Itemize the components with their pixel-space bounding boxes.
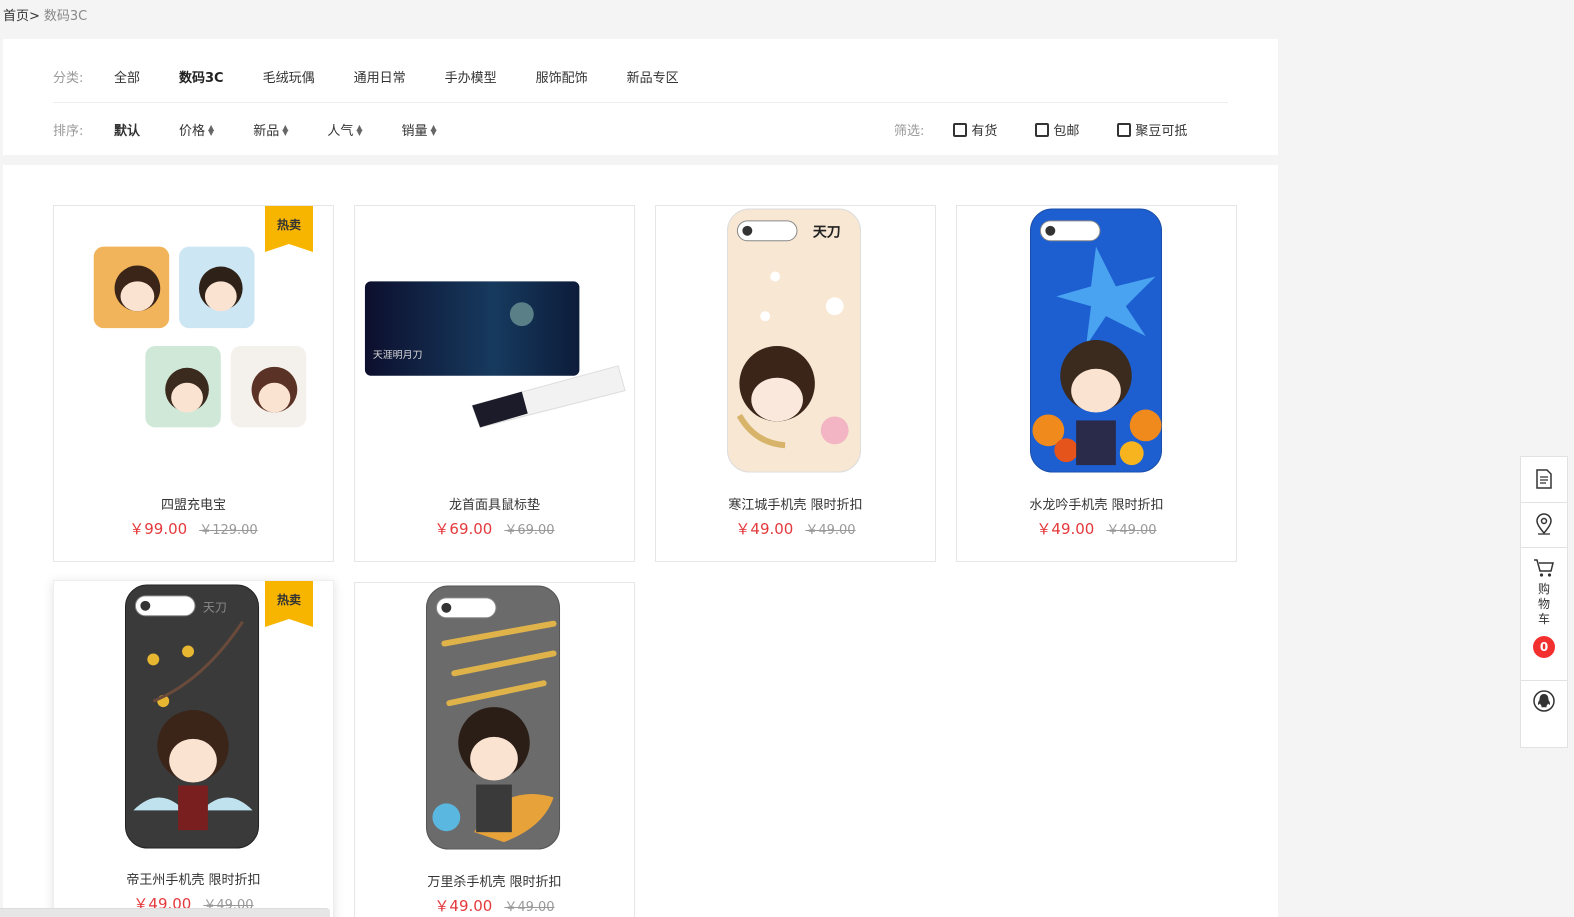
product-original-price: ￥49.00 xyxy=(1106,523,1157,538)
svg-text:天涯明月刀: 天涯明月刀 xyxy=(373,348,423,361)
sidebar-separator xyxy=(1521,502,1567,503)
product-name[interactable]: 龙首面具鼠标垫 xyxy=(355,494,634,513)
cart-label-char: 购 xyxy=(1537,582,1550,596)
cart-label-char: 车 xyxy=(1537,612,1550,626)
product-card-phone-case-grey[interactable]: 万里杀手机壳 限时折扣 ￥49.00 ￥49.00 xyxy=(354,582,635,917)
product-name[interactable]: 水龙吟手机壳 限时折扣 xyxy=(957,494,1236,513)
breadcrumb-home-link[interactable]: 首页> xyxy=(3,9,40,24)
sort-popularity[interactable]: 人气 ▲ ▼ xyxy=(327,120,362,139)
category-new[interactable]: 新品专区 xyxy=(627,67,679,86)
sidebar-separator xyxy=(1521,547,1567,548)
product-price: ￥69.00 xyxy=(434,520,493,538)
sort-price[interactable]: 价格 ▲ ▼ xyxy=(179,120,214,139)
product-name[interactable]: 寒江城手机壳 限时折扣 xyxy=(656,494,935,513)
free-shipping-checkbox[interactable]: 包邮 xyxy=(1035,120,1079,139)
product-card-phone-case-black[interactable]: 天刀 热卖 帝王州手机壳 限时折扣 ￥49.00 ￥49.00 xyxy=(53,580,334,917)
breadcrumb: 首页> 数码3C xyxy=(3,5,87,24)
cart-count-badge: 0 xyxy=(1533,636,1555,658)
cart-label-char: 物 xyxy=(1537,597,1550,611)
address-button[interactable] xyxy=(1521,513,1567,537)
mouse-pad-image: 天涯明月刀 xyxy=(364,281,626,428)
product-name[interactable]: 帝王州手机壳 限时折扣 xyxy=(54,869,333,888)
svg-text:天刀: 天刀 xyxy=(203,601,227,615)
product-original-price: ￥49.00 xyxy=(805,523,856,538)
in-stock-checkbox[interactable]: 有货 xyxy=(953,120,997,139)
product-prices: ￥99.00 ￥129.00 xyxy=(54,518,333,539)
cart-label: 购 物 车 xyxy=(1537,582,1551,627)
hot-badge-label: 热卖 xyxy=(276,218,301,232)
points-deductible-label: 聚豆可抵 xyxy=(1135,124,1188,139)
sidebar-separator xyxy=(1521,680,1567,681)
product-original-price: ￥49.00 xyxy=(504,900,555,915)
product-name[interactable]: 四盟充电宝 xyxy=(54,494,333,513)
category-plush[interactable]: 毛绒玩偶 xyxy=(263,67,315,86)
product-price: ￥99.00 xyxy=(129,520,188,538)
category-digital-3c[interactable]: 数码3C xyxy=(179,67,224,86)
points-deductible-checkbox[interactable]: 聚豆可抵 xyxy=(1117,120,1187,139)
screen-label: 筛选: xyxy=(894,124,925,139)
sort-updown-icon: ▲ ▼ xyxy=(208,122,215,137)
product-prices: ￥49.00 ￥49.00 xyxy=(355,895,634,916)
free-shipping-label: 包邮 xyxy=(1053,124,1080,139)
product-prices: ￥49.00 ￥49.00 xyxy=(656,518,935,539)
document-icon xyxy=(1536,469,1552,489)
sort-new[interactable]: 新品 ▲ ▼ xyxy=(253,120,288,139)
product-price: ￥49.00 xyxy=(735,520,794,538)
in-stock-label: 有货 xyxy=(971,124,998,139)
category-figures[interactable]: 手办模型 xyxy=(445,67,497,86)
product-price: ￥49.00 xyxy=(434,897,493,915)
product-card-mouse-pad[interactable]: 天涯明月刀 龙首面具鼠标垫 ￥69.00 ￥69.00 xyxy=(354,205,635,562)
filter-panel: 分类: 全部 数码3C 毛绒玩偶 通用日常 手办模型 服饰配饰 新品专区 排序:… xyxy=(3,39,1278,155)
horizontal-scrollbar[interactable] xyxy=(0,908,330,917)
qq-penguin-icon xyxy=(1533,690,1555,712)
hot-badge-label: 热卖 xyxy=(276,593,301,607)
checkbox-box[interactable] xyxy=(953,122,968,137)
svg-text:天刀: 天刀 xyxy=(813,225,841,241)
product-original-price: ￥69.00 xyxy=(504,523,555,538)
product-grid: 热卖 四盟充电宝 ￥99.00 ￥129.00 天涯明月刀 龙首面具鼠标垫 ￥69… xyxy=(3,165,1278,917)
category-apparel[interactable]: 服饰配饰 xyxy=(536,67,588,86)
product-original-price: ￥129.00 xyxy=(199,523,258,538)
product-prices: ￥49.00 ￥49.00 xyxy=(957,518,1236,539)
floating-sidebar: 购 物 车 0 xyxy=(1520,456,1568,748)
cart-icon xyxy=(1534,559,1554,577)
phone-case-grey-image xyxy=(425,585,561,850)
category-row: 分类: 全部 数码3C 毛绒玩偶 通用日常 手办模型 服饰配饰 新品专区 xyxy=(53,67,718,86)
phone-case-cream-image: 天刀 xyxy=(726,208,862,473)
customer-service-button[interactable] xyxy=(1521,690,1567,714)
sort-price-label: 价格 xyxy=(179,124,206,139)
product-price: ￥49.00 xyxy=(1036,520,1095,538)
sort-updown-icon: ▲ ▼ xyxy=(356,122,363,137)
product-name[interactable]: 万里杀手机壳 限时折扣 xyxy=(355,871,634,890)
hot-badge: 热卖 xyxy=(265,581,313,627)
breadcrumb-current: 数码3C xyxy=(43,9,88,24)
cart-button[interactable]: 购 物 车 0 xyxy=(1521,558,1567,658)
category-label: 分类: xyxy=(53,71,84,86)
sort-default-label: 默认 xyxy=(114,124,141,139)
hot-badge: 热卖 xyxy=(265,206,313,252)
product-card-phone-case-cream[interactable]: 天刀 寒江城手机壳 限时折扣 ￥49.00 ￥49.00 xyxy=(655,205,936,562)
sort-popularity-label: 人气 xyxy=(327,124,354,139)
sort-label: 排序: xyxy=(53,124,84,139)
sort-row: 排序: 默认 价格 ▲ ▼ 新品 ▲ ▼ 人气 ▲ ▼ 销量 ▲ ▼ xyxy=(53,120,476,139)
location-pin-icon xyxy=(1536,513,1552,535)
product-card-phone-case-blue[interactable]: 水龙吟手机壳 限时折扣 ￥49.00 ￥49.00 xyxy=(956,205,1237,562)
product-card-power-bank[interactable]: 热卖 四盟充电宝 ￥99.00 ￥129.00 xyxy=(53,205,334,562)
orders-button[interactable] xyxy=(1521,469,1567,491)
screen-filters: 筛选: 有货 包邮 聚豆可抵 xyxy=(894,120,1225,139)
sort-sales-label: 销量 xyxy=(401,124,428,139)
sort-sales[interactable]: 销量 ▲ ▼ xyxy=(402,120,437,139)
sort-updown-icon: ▲ ▼ xyxy=(282,122,289,137)
sort-updown-icon: ▲ ▼ xyxy=(430,122,437,137)
sort-default[interactable]: 默认 xyxy=(114,120,140,139)
checkbox-box[interactable] xyxy=(1117,122,1132,137)
sort-new-label: 新品 xyxy=(253,124,280,139)
product-prices: ￥69.00 ￥69.00 xyxy=(355,518,634,539)
category-daily[interactable]: 通用日常 xyxy=(354,67,406,86)
category-all[interactable]: 全部 xyxy=(114,67,140,86)
phone-case-blue-image xyxy=(1029,208,1163,473)
checkbox-box[interactable] xyxy=(1035,122,1050,137)
filter-divider xyxy=(53,102,1228,103)
